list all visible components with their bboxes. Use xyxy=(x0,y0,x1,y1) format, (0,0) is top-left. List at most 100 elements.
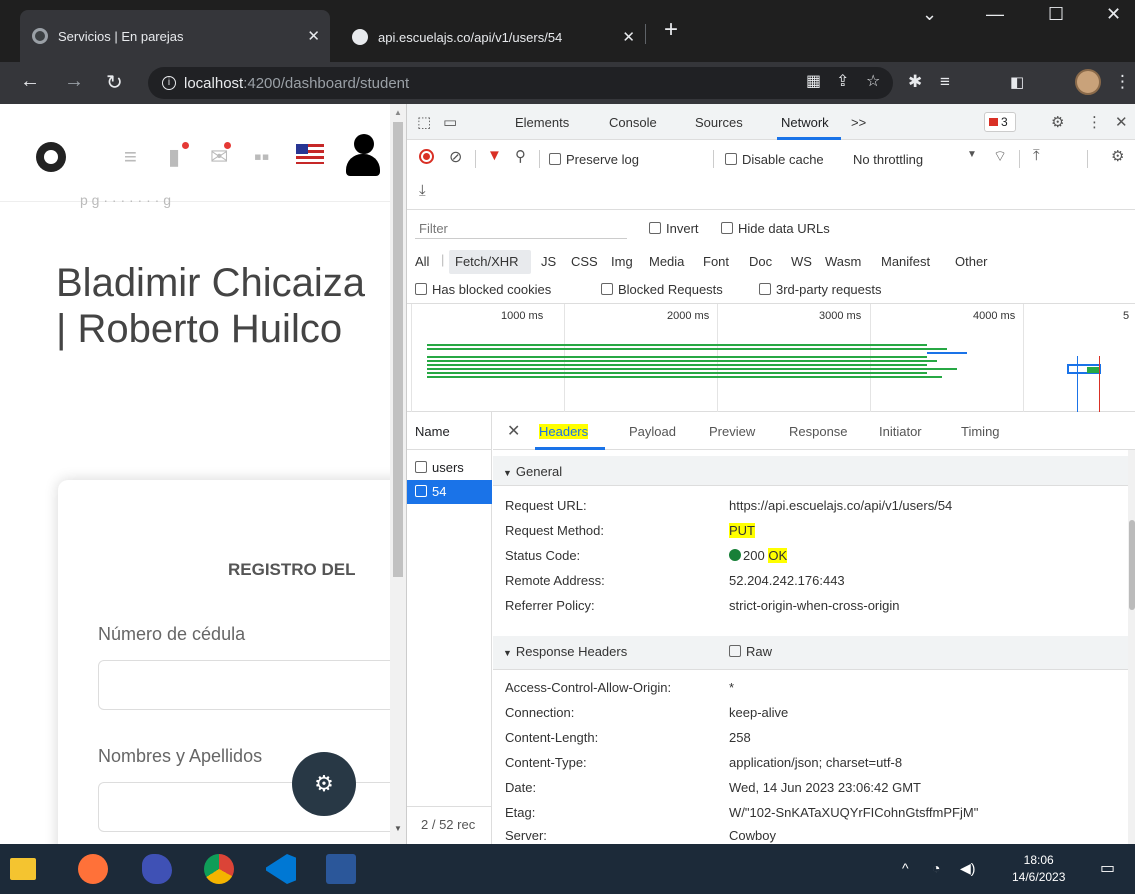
devtools-menu-kebab-icon[interactable]: ⋮ xyxy=(1087,113,1102,131)
third-party-checkbox[interactable]: 3rd-party requests xyxy=(759,282,882,297)
tray-chevron-icon[interactable]: ^ xyxy=(902,860,909,876)
wifi-icon[interactable]: ◔ xyxy=(932,860,940,876)
general-section-header[interactable]: ▼ General xyxy=(493,456,1128,486)
app-logo[interactable] xyxy=(36,142,66,172)
type-filter-wasm[interactable]: Wasm xyxy=(825,254,861,269)
filter-funnel-icon[interactable]: ▼ xyxy=(487,147,502,164)
taskbar-clock[interactable]: 18:06 14/6/2023 xyxy=(1012,852,1065,886)
forward-arrow-icon[interactable]: → xyxy=(64,70,84,93)
paint-app-icon[interactable] xyxy=(142,854,172,884)
invert-checkbox[interactable]: Invert xyxy=(649,221,699,236)
blocked-requests-checkbox[interactable]: Blocked Requests xyxy=(601,282,723,297)
type-filter-js[interactable]: JS xyxy=(541,254,556,269)
response-headers-section-header[interactable]: ▼ Response Headers Raw xyxy=(493,636,1128,670)
tab-network[interactable]: Network xyxy=(781,115,829,130)
side-panel-icon[interactable]: ◧ xyxy=(1010,73,1024,91)
notification-flag-icon[interactable]: ▮ xyxy=(168,144,180,170)
browser-tab-servicios[interactable]: Servicios | En parejas ✕ xyxy=(20,10,330,62)
maximize-icon[interactable]: ☐ xyxy=(1048,4,1064,25)
throttling-dropdown-icon[interactable]: ▼ xyxy=(967,149,977,160)
new-tab-icon[interactable]: + xyxy=(664,16,678,44)
close-tab-icon[interactable]: ✕ xyxy=(622,28,635,46)
search-icon[interactable]: ⚲ xyxy=(515,147,526,165)
throttling-select[interactable]: No throttling xyxy=(853,152,923,167)
word-icon[interactable] xyxy=(326,854,356,884)
profile-avatar[interactable] xyxy=(1075,69,1101,95)
name-column-header[interactable]: Name xyxy=(407,412,492,450)
address-bar[interactable]: i localhost:4200/dashboard/student xyxy=(148,67,893,99)
translate-icon[interactable]: ▦ xyxy=(806,71,821,91)
disable-cache-checkbox[interactable]: Disable cache xyxy=(725,152,824,167)
share-icon[interactable]: ⇪ xyxy=(836,71,849,91)
window-close-icon[interactable]: ✕ xyxy=(1106,4,1121,25)
tab-timing[interactable]: Timing xyxy=(961,424,1000,439)
scroll-up-arrow-icon[interactable]: ▲ xyxy=(394,108,402,117)
request-row-users[interactable]: users xyxy=(407,456,492,480)
settings-fab-button[interactable]: ⚙ xyxy=(292,752,356,816)
page-scrollbar[interactable]: ▲ ▼ xyxy=(390,104,406,844)
inspect-element-icon[interactable]: ⬚ xyxy=(417,113,431,131)
back-arrow-icon[interactable]: ← xyxy=(20,70,40,93)
hide-data-urls-checkbox[interactable]: Hide data URLs xyxy=(721,221,830,236)
filter-input[interactable]: Filter xyxy=(415,217,627,239)
notifications-icon[interactable]: ▭ xyxy=(1100,858,1115,878)
type-filter-fetch-xhr[interactable]: Fetch/XHR xyxy=(455,254,519,269)
tab-payload[interactable]: Payload xyxy=(629,424,676,439)
record-button[interactable] xyxy=(419,149,434,164)
file-explorer-icon[interactable] xyxy=(10,858,36,880)
scroll-down-arrow-icon[interactable]: ▼ xyxy=(394,824,402,833)
hamburger-menu-icon[interactable]: ≡ xyxy=(124,144,137,170)
close-detail-icon[interactable]: ✕ xyxy=(507,421,520,441)
type-filter-css[interactable]: CSS xyxy=(571,254,598,269)
preserve-log-checkbox[interactable]: Preserve log xyxy=(549,152,639,167)
type-filter-manifest[interactable]: Manifest xyxy=(881,254,930,269)
extensions-puzzle-icon[interactable]: ✱ xyxy=(908,72,922,92)
page-scroll-thumb[interactable] xyxy=(393,122,403,577)
raw-checkbox[interactable]: Raw xyxy=(729,644,772,659)
nombres-input[interactable] xyxy=(98,782,406,832)
tab-preview[interactable]: Preview xyxy=(709,424,755,439)
type-filter-all[interactable]: All xyxy=(415,254,429,269)
tab-sources[interactable]: Sources xyxy=(695,115,743,130)
network-settings-gear-icon[interactable]: ⚙ xyxy=(1111,147,1124,165)
type-filter-font[interactable]: Font xyxy=(703,254,729,269)
type-filter-doc[interactable]: Doc xyxy=(749,254,772,269)
type-filter-ws[interactable]: WS xyxy=(791,254,812,269)
reload-icon[interactable]: ↻ xyxy=(106,70,123,95)
type-filter-media[interactable]: Media xyxy=(649,254,684,269)
volume-icon[interactable]: ◀) xyxy=(960,860,975,877)
network-timeline-overview[interactable]: 1000 ms 2000 ms 3000 ms 4000 ms 5 xyxy=(407,304,1135,412)
site-info-icon[interactable]: i xyxy=(162,76,176,90)
devtools-close-icon[interactable]: ✕ xyxy=(1115,113,1128,131)
apps-grid-icon[interactable]: ▪▪ xyxy=(254,144,270,170)
us-flag-icon[interactable] xyxy=(296,144,324,164)
tab-headers[interactable]: Headers xyxy=(539,424,589,439)
minimize-icon[interactable]: — xyxy=(986,4,1004,25)
firefox-icon[interactable] xyxy=(78,854,108,884)
menu-kebab-icon[interactable]: ⋮ xyxy=(1114,72,1131,92)
detail-scrollbar[interactable] xyxy=(1128,450,1135,844)
tab-response[interactable]: Response xyxy=(789,424,848,439)
request-row-54[interactable]: 54 xyxy=(407,480,492,504)
tab-search-chevron-icon[interactable]: ⌄ xyxy=(922,4,937,25)
import-har-upload-icon[interactable]: ⤒ xyxy=(1033,147,1040,164)
cedula-input[interactable] xyxy=(98,660,406,710)
devtools-settings-gear-icon[interactable]: ⚙ xyxy=(1051,113,1064,131)
detail-scroll-thumb[interactable] xyxy=(1129,520,1135,610)
chrome-icon[interactable] xyxy=(204,854,234,884)
tab-initiator[interactable]: Initiator xyxy=(879,424,922,439)
tab-console[interactable]: Console xyxy=(609,115,657,130)
browser-tab-api[interactable]: api.escuelajs.co/api/v1/users/54 ✕ xyxy=(340,12,645,62)
close-tab-icon[interactable]: ✕ xyxy=(307,27,320,45)
device-toolbar-icon[interactable]: ▭ xyxy=(443,113,457,131)
clear-icon[interactable]: ⊘ xyxy=(449,147,462,167)
network-conditions-wifi-icon[interactable]: ⌔ xyxy=(993,147,1007,166)
export-har-download-icon[interactable]: ⤓ xyxy=(419,182,426,199)
type-filter-other[interactable]: Other xyxy=(955,254,988,269)
bookmark-star-icon[interactable]: ☆ xyxy=(866,71,880,91)
has-blocked-cookies-checkbox[interactable]: Has blocked cookies xyxy=(415,282,551,297)
vscode-icon[interactable] xyxy=(266,854,296,884)
user-avatar-icon[interactable] xyxy=(346,134,380,178)
tab-elements[interactable]: Elements xyxy=(515,115,569,130)
error-count-badge[interactable]: 3 xyxy=(984,112,1016,132)
